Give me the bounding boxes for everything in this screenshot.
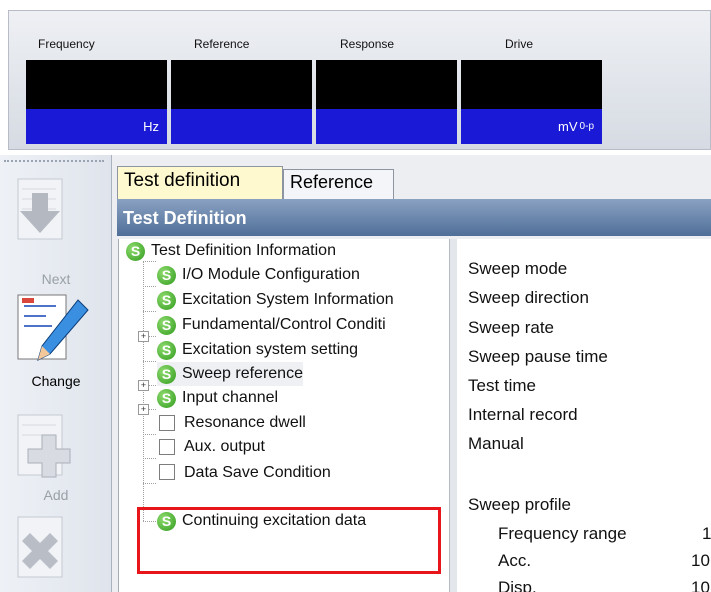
meter-title-response: Response — [340, 37, 395, 51]
tree-item-data-save-condition[interactable]: Data Save Condition — [159, 460, 331, 480]
detail-frequency-range: Frequency range — [498, 524, 627, 543]
tree-connector — [143, 434, 156, 435]
tree-item-resonance-dwell[interactable]: Resonance dwell — [159, 411, 306, 435]
tree-item-label: Aux. output — [184, 438, 265, 455]
delete-button[interactable] — [0, 515, 112, 592]
meter-unit-sub: 0-p — [579, 121, 594, 132]
status-s-icon: S — [157, 388, 176, 408]
detail-sweep-rate: Sweep rate — [468, 318, 554, 337]
change-label: Change — [31, 373, 81, 389]
status-s-icon: S — [157, 340, 176, 360]
edit-pencil-icon — [17, 294, 89, 361]
meter-display-response — [316, 60, 457, 109]
tab-reference[interactable]: Reference — [283, 169, 394, 199]
detail-panel: Sweep mode Sweep direction Sweep rate Sw… — [457, 239, 711, 592]
meter-unit-label: mV — [558, 119, 578, 134]
detail-frequency-range-value: 1 — [702, 524, 711, 543]
detail-sweep-pause-time: Sweep pause time — [468, 347, 608, 366]
meter-unit-reference — [171, 109, 312, 144]
detail-acc-value: 10 — [691, 551, 710, 570]
tree-item-label: Resonance dwell — [184, 414, 306, 431]
detail-sweep-direction: Sweep direction — [468, 288, 589, 307]
meter-title-frequency: Frequency — [38, 37, 95, 51]
tab-test-definition[interactable]: Test definition — [117, 166, 283, 199]
tree-item-label: Input channel — [182, 389, 279, 406]
checkbox-icon[interactable] — [159, 439, 175, 455]
expand-icon[interactable]: + — [138, 404, 149, 415]
next-button[interactable]: Next — [0, 167, 112, 287]
status-s-icon: S — [157, 265, 176, 285]
status-s-icon: S — [157, 315, 176, 335]
delete-x-icon — [17, 516, 63, 578]
tree-item-fundamental-control-conditions[interactable]: S Fundamental/Control Conditi — [157, 313, 386, 337]
add-label: Add — [43, 487, 69, 503]
left-toolbar: Next Change Add — [0, 155, 112, 592]
tree-item-input-channel[interactable]: S Input channel — [157, 386, 278, 410]
detail-disp: Disp. — [498, 578, 537, 592]
tree-item-label: Fundamental/Control Conditi — [182, 316, 386, 333]
detail-sweep-profile: Sweep profile — [468, 495, 572, 514]
tree-item-test-definition-information[interactable]: S Test Definition Information — [126, 239, 336, 263]
tree-item-io-module-configuration[interactable]: S I/O Module Configuration — [157, 263, 360, 287]
meter-title-reference: Reference — [194, 37, 250, 51]
expand-icon[interactable]: + — [138, 380, 149, 391]
tree-connector — [143, 483, 156, 484]
tree-connector — [143, 261, 144, 521]
meter-display-drive — [461, 60, 602, 109]
meter-unit-frequency: Hz — [26, 109, 167, 144]
tree-item-sweep-reference[interactable]: S Sweep reference — [157, 362, 303, 386]
detail-sweep-mode: Sweep mode — [468, 259, 568, 278]
detail-disp-value: 10 — [691, 578, 710, 592]
meter-display-reference — [171, 60, 312, 109]
detail-acc: Acc. — [498, 551, 532, 570]
add-plus-icon — [17, 414, 71, 478]
toolbar-grip — [4, 160, 104, 162]
tree-connector — [143, 311, 156, 312]
checkbox-icon[interactable] — [159, 464, 175, 480]
status-s-icon: S — [157, 364, 176, 384]
meter-title-drive: Drive — [505, 37, 534, 51]
down-arrow-icon — [17, 178, 63, 240]
checkbox-icon[interactable] — [159, 415, 175, 431]
tree-item-label: Data Save Condition — [184, 464, 331, 480]
meter-unit-response — [316, 109, 457, 144]
tree-item-label: Sweep reference — [182, 365, 303, 382]
tree-item-excitation-system-setting[interactable]: S Excitation system setting — [157, 338, 358, 362]
tree-connector — [143, 361, 156, 362]
meter-display-frequency — [26, 60, 167, 109]
tree-item-aux-output[interactable]: Aux. output — [159, 435, 265, 459]
detail-manual: Manual — [468, 434, 524, 453]
change-button[interactable]: Change — [0, 282, 112, 397]
status-s-icon: S — [126, 241, 145, 261]
add-button[interactable]: Add — [0, 407, 112, 517]
tree-item-label: Test Definition Information — [151, 242, 336, 259]
status-s-icon: S — [157, 290, 176, 310]
detail-internal-record: Internal record — [468, 405, 578, 424]
detail-test-time: Test time — [468, 376, 537, 395]
tree-item-excitation-system-information[interactable]: S Excitation System Information — [157, 288, 394, 312]
tree-connector — [143, 458, 156, 459]
highlight-annotation-box — [137, 507, 441, 574]
tree-connector — [143, 286, 156, 287]
section-header: Test Definition — [117, 199, 711, 236]
meter-unit-label: Hz — [143, 119, 159, 134]
tree-item-label: I/O Module Configuration — [182, 266, 360, 283]
meter-unit-drive: mV 0-p — [461, 109, 602, 144]
tree-item-label: Excitation System Information — [182, 291, 394, 308]
expand-icon[interactable]: + — [138, 331, 149, 342]
tree-item-label: Excitation system setting — [182, 341, 359, 358]
